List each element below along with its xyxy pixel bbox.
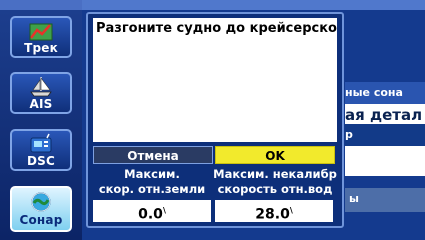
max-speed-water-label: Максим. некалибр [213,167,337,181]
sidebar-item-ais[interactable]: AIS [10,72,72,114]
max-speed-ground-value[interactable]: 0.0\ [93,200,211,223]
max-speed-water-value[interactable]: 28.0\ [215,200,333,223]
max-speed-ground-label: Максим. [124,167,180,181]
sidebar-item-track[interactable]: Трек [10,16,72,58]
background-row[interactable]: ы [345,188,425,212]
sidebar-item-label: DSC [26,154,55,168]
sonar-icon [31,192,51,212]
sidebar-item-label: AIS [29,97,53,111]
ship-icon [30,77,52,97]
main-header-band [82,0,425,10]
sidebar: Трек AIS DSC Сонар [0,0,82,240]
cancel-button[interactable]: Отмена [93,146,213,164]
background-row-text: ы [349,192,359,205]
max-speed-ground-number: 0.0 [138,206,163,223]
dialog-message: Разгоните судно до крейсерско [96,21,337,36]
message-box: Разгоните судно до крейсерско [93,18,337,142]
background-row-blank [345,146,425,176]
dsc-icon [30,133,52,153]
background-row-text: р [345,128,353,141]
calibration-dialog: Разгоните судно до крейсерско Отмена OK … [86,12,344,228]
screen: Трек AIS DSC Сонар ные сона ая детал р ы… [0,0,425,240]
background-row[interactable]: ные сона [345,82,425,104]
max-speed-water-number: 28.0 [255,206,290,223]
background-row[interactable]: ая детал [345,104,425,126]
ok-button[interactable]: OK [215,146,335,164]
background-row-text: ая детал [345,106,423,124]
sidebar-item-sonar[interactable]: Сонар [10,186,72,232]
max-speed-ground-label-line2: скор. отн.земли [98,182,206,196]
track-icon [29,23,53,41]
sidebar-item-label: Трек [24,41,58,55]
sidebar-item-dsc[interactable]: DSC [10,129,72,171]
sidebar-header-band [0,0,82,10]
background-row[interactable]: р [345,124,425,146]
speed-unit-mark: \ [289,206,293,215]
sidebar-item-label: Сонар [19,213,63,227]
max-speed-water-label-line2: скорость отн.вод [217,182,333,196]
speed-unit-mark: \ [162,206,166,215]
background-row-text: ные сона [345,86,403,99]
